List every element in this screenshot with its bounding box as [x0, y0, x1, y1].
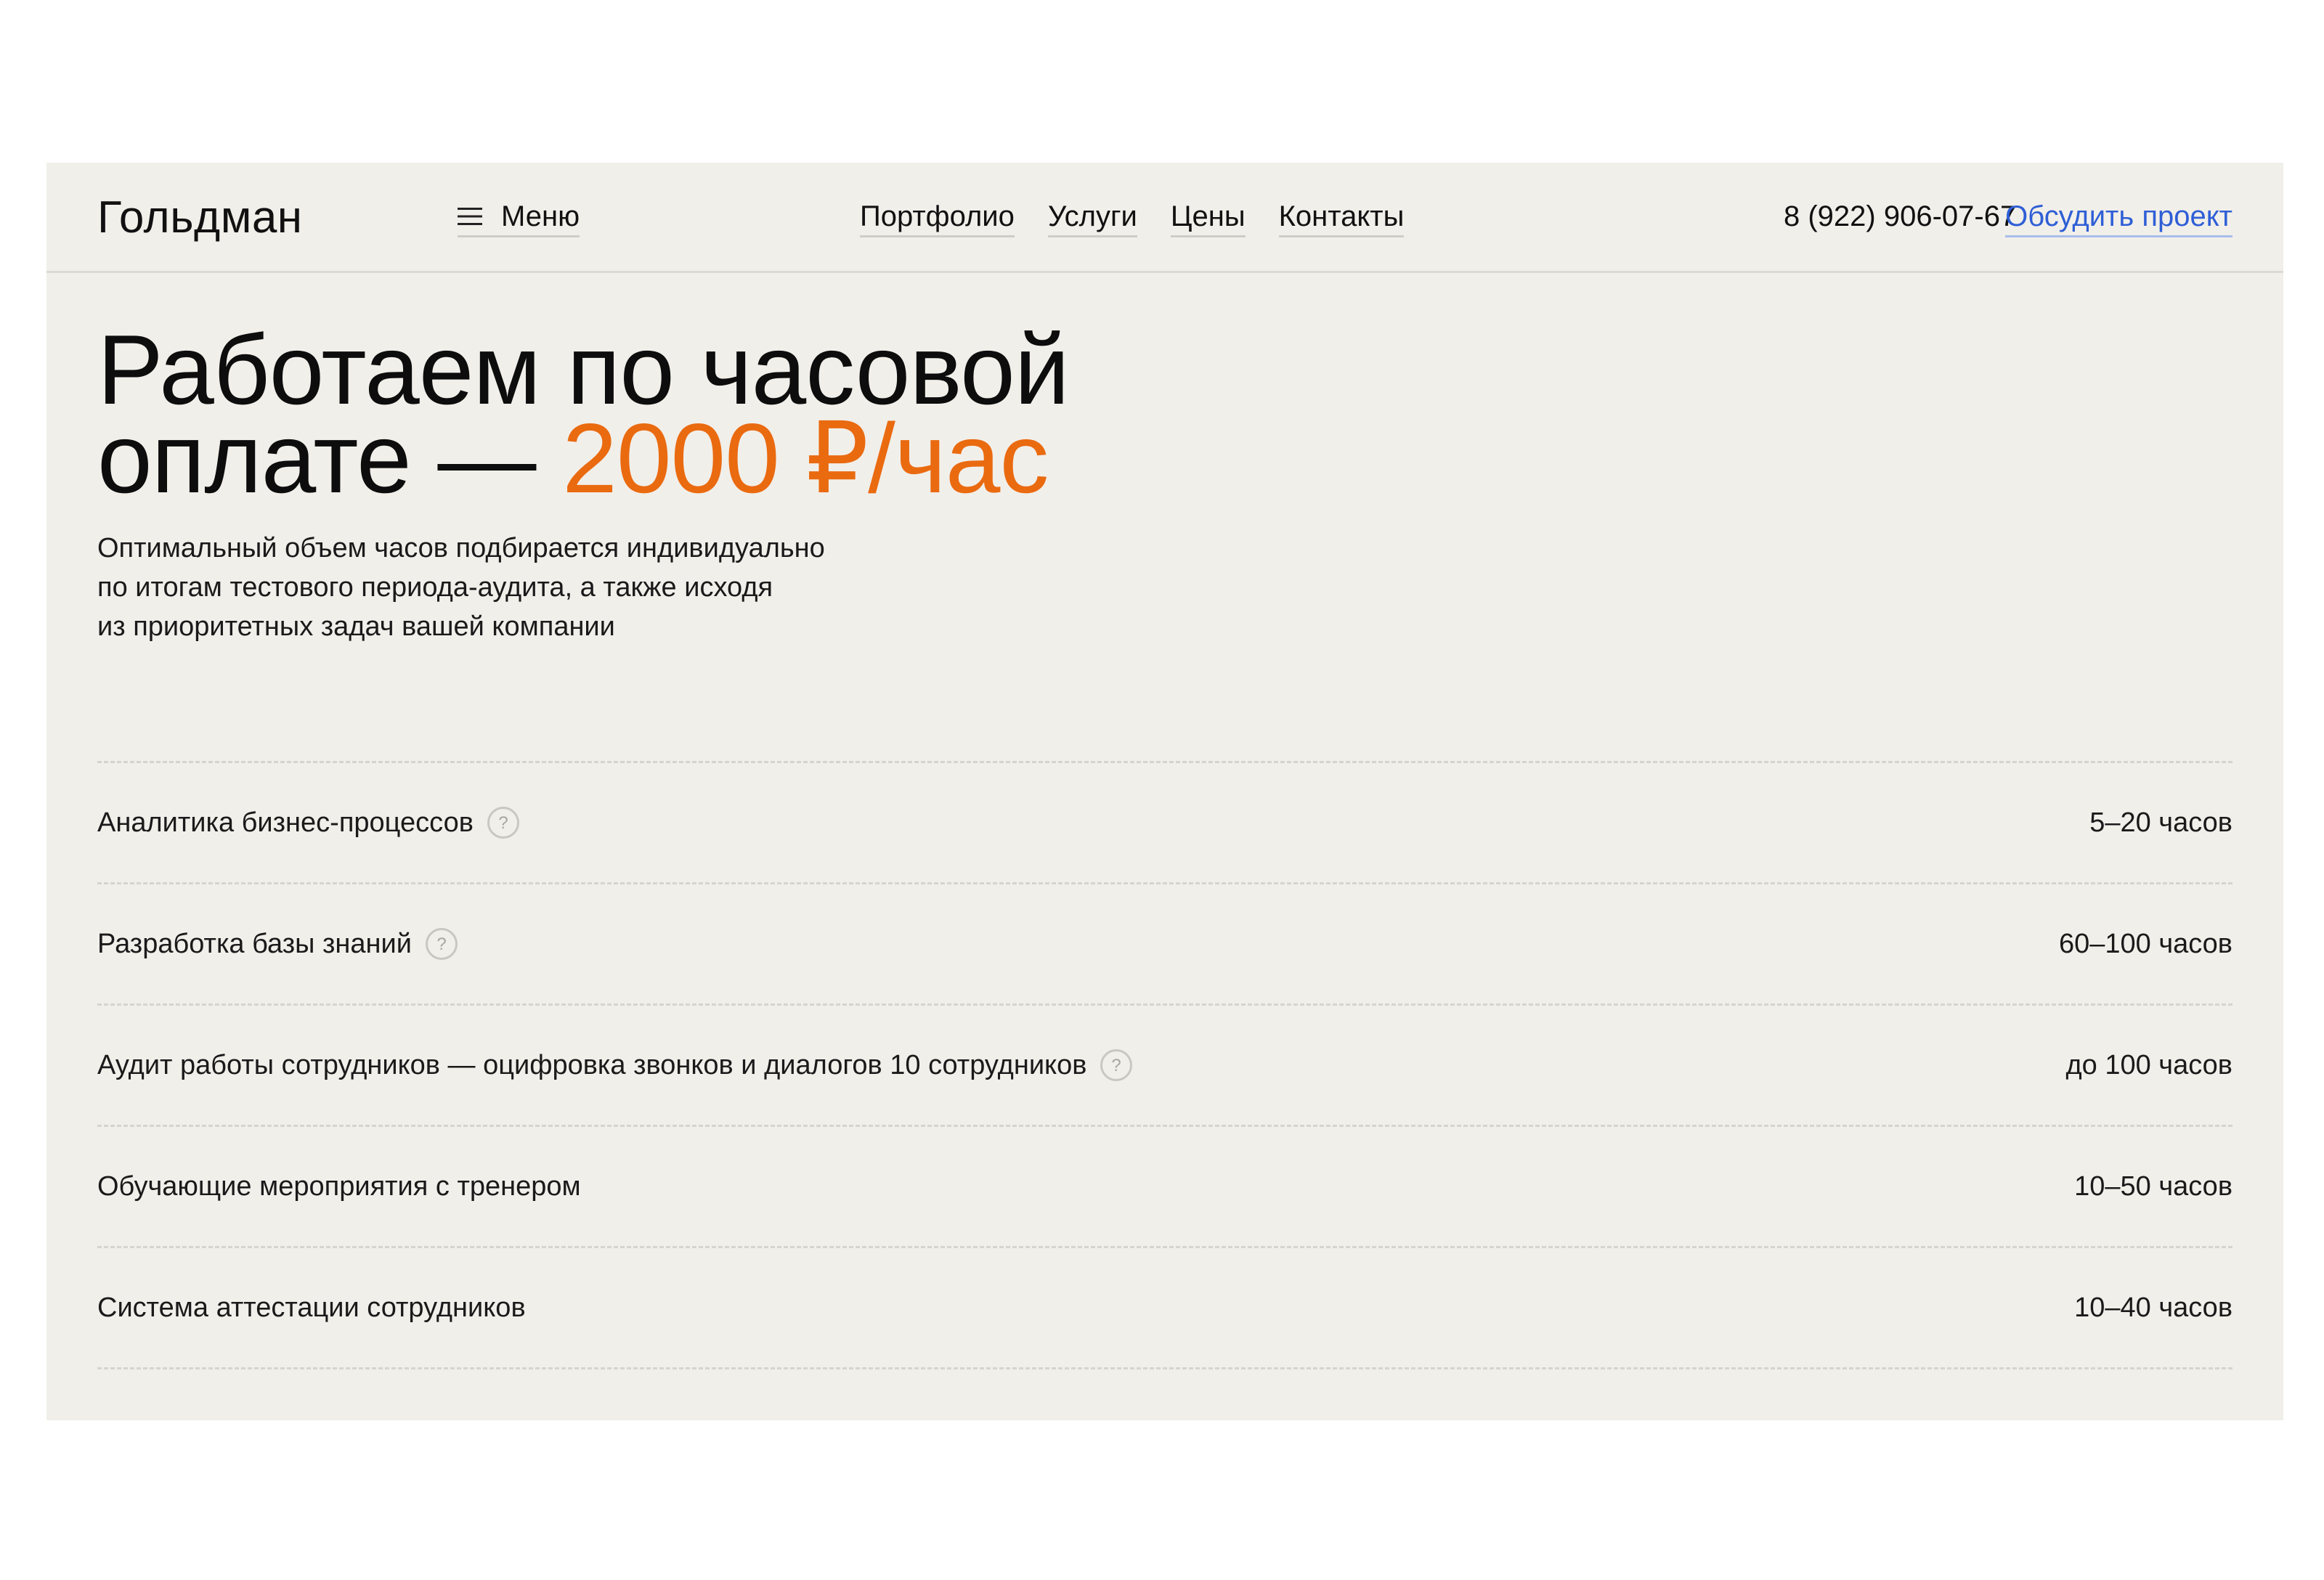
page-title: Работаем по часовой оплате — 2000 ₽/час — [97, 320, 1070, 508]
service-hours: 5–20 часов — [2089, 807, 2232, 838]
hamburger-icon — [458, 208, 482, 225]
svg-text:?: ? — [498, 813, 508, 833]
services-list: Аналитика бизнес-процессов ? 5–20 часов … — [97, 761, 2232, 1369]
menu-button[interactable]: Меню — [458, 199, 580, 237]
service-name: Аудит работы сотрудников — оцифровка зво… — [97, 1050, 1087, 1080]
service-row: Разработка базы знаний ? 60–100 часов — [97, 884, 2232, 1006]
menu-label: Меню — [501, 200, 580, 232]
service-name: Обучающие мероприятия с тренером — [97, 1171, 581, 1202]
nav-link-portfolio[interactable]: Портфолио — [860, 199, 1015, 237]
service-hours: 10–50 часов — [2074, 1171, 2232, 1202]
service-row: Аудит работы сотрудников — оцифровка зво… — [97, 1006, 2232, 1127]
help-icon[interactable]: ? — [1100, 1048, 1133, 1082]
svg-text:?: ? — [436, 934, 446, 954]
service-row: Система аттестации сотрудников 10–40 час… — [97, 1248, 2232, 1369]
svg-text:?: ? — [1112, 1056, 1121, 1075]
title-line-2-prefix: оплате — — [97, 403, 563, 513]
service-hours: 60–100 часов — [2058, 929, 2232, 959]
main-nav: Портфолио Услуги Цены Контакты — [860, 199, 1405, 237]
site-header: Гольдман Меню Портфолио Услуги Цены Конт… — [46, 163, 2283, 273]
phone-number[interactable]: 8 (922) 906-07-67 — [1784, 199, 2016, 234]
nav-link-contacts[interactable]: Контакты — [1278, 199, 1405, 237]
subtitle-line-2: по итогам тестового периода-аудита, а та… — [97, 572, 773, 603]
hourly-price: 2000 ₽/час — [562, 403, 1049, 513]
subtitle-line-3: из приоритетных задач вашей компании — [97, 611, 615, 642]
service-row: Аналитика бизнес-процессов ? 5–20 часов — [97, 763, 2232, 884]
service-row: Обучающие мероприятия с тренером 10–50 ч… — [97, 1127, 2232, 1248]
discuss-project-link[interactable]: Обсудить проект — [2005, 199, 2232, 237]
nav-link-prices[interactable]: Цены — [1170, 199, 1246, 237]
service-name: Аналитика бизнес-процессов — [97, 807, 474, 838]
pricing-section: Гольдман Меню Портфолио Услуги Цены Конт… — [46, 163, 2283, 1420]
help-icon[interactable]: ? — [487, 806, 520, 839]
help-icon[interactable]: ? — [425, 927, 458, 961]
logo[interactable]: Гольдман — [97, 192, 303, 244]
page-subtitle: Оптимальный объем часов подбирается инди… — [97, 529, 969, 646]
subtitle-line-1: Оптимальный объем часов подбирается инди… — [97, 533, 825, 563]
service-hours: до 100 часов — [2065, 1050, 2232, 1080]
service-name: Разработка базы знаний — [97, 929, 412, 959]
nav-link-services[interactable]: Услуги — [1047, 199, 1137, 237]
service-name: Система аттестации сотрудников — [97, 1292, 526, 1323]
service-hours: 10–40 часов — [2074, 1292, 2232, 1323]
